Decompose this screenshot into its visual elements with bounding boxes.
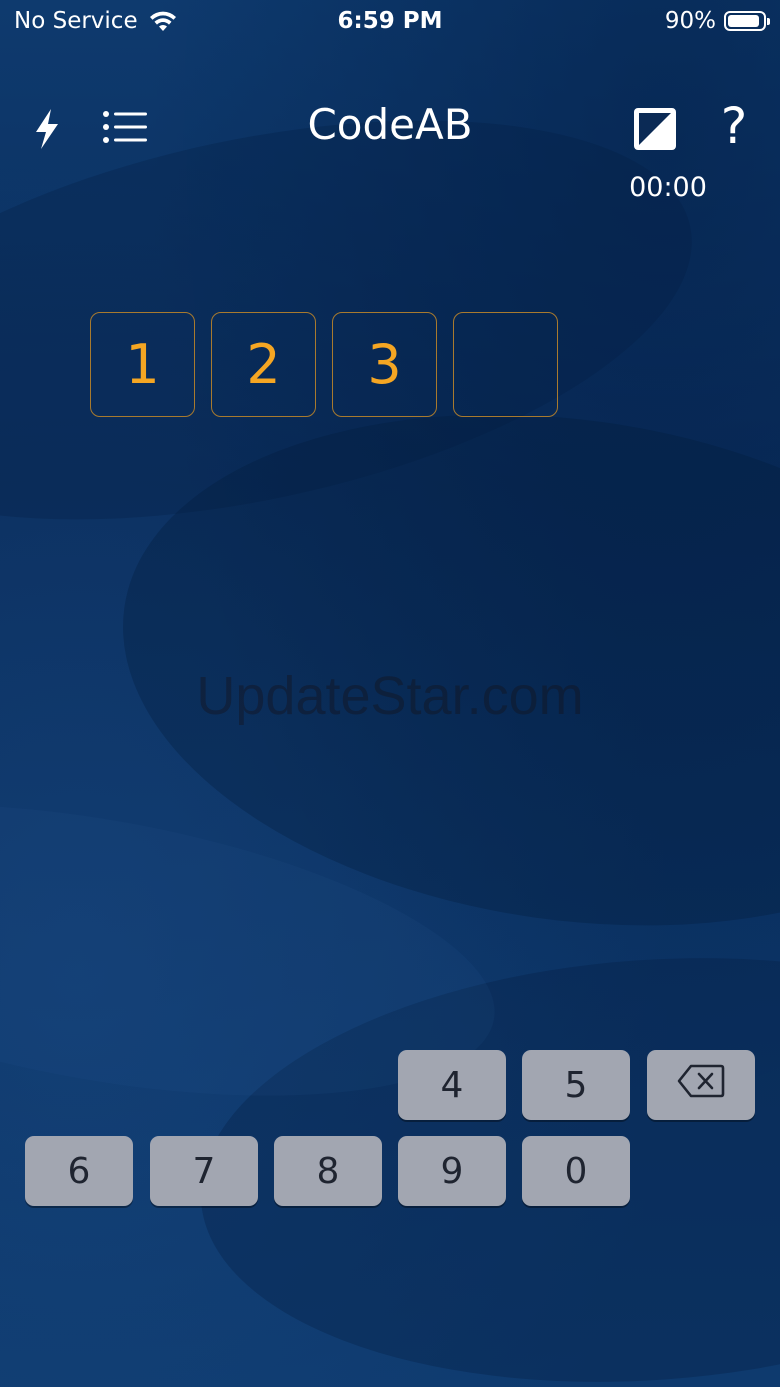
backspace-key[interactable] xyxy=(647,1050,755,1120)
battery-level xyxy=(728,15,759,27)
key-7[interactable]: 7 xyxy=(150,1136,258,1206)
battery-icon xyxy=(724,11,770,31)
code-slot-4[interactable] xyxy=(453,312,558,417)
code-slot-2[interactable]: 2 xyxy=(211,312,316,417)
status-right: 90% xyxy=(664,8,770,34)
help-icon[interactable]: ? xyxy=(712,98,756,154)
key-4[interactable]: 4 xyxy=(398,1050,506,1120)
code-slot-3[interactable]: 3 xyxy=(332,312,437,417)
key-6[interactable]: 6 xyxy=(25,1136,133,1206)
watermark: UpdateStar.com xyxy=(196,666,584,726)
timer: 00:00 xyxy=(629,172,707,203)
code-slot-1[interactable]: 1 xyxy=(90,312,195,417)
key-5[interactable]: 5 xyxy=(522,1050,630,1120)
code-row: 1 2 3 xyxy=(90,312,558,417)
status-time: 6:59 PM xyxy=(337,8,443,34)
theme-toggle-icon[interactable] xyxy=(632,106,678,152)
key-8[interactable]: 8 xyxy=(274,1136,382,1206)
key-9[interactable]: 9 xyxy=(398,1136,506,1206)
key-0[interactable]: 0 xyxy=(522,1136,630,1206)
backspace-icon xyxy=(677,1064,725,1107)
battery-percent: 90% xyxy=(664,8,716,34)
status-bar: No Service 6:59 PM 90% xyxy=(0,0,780,44)
